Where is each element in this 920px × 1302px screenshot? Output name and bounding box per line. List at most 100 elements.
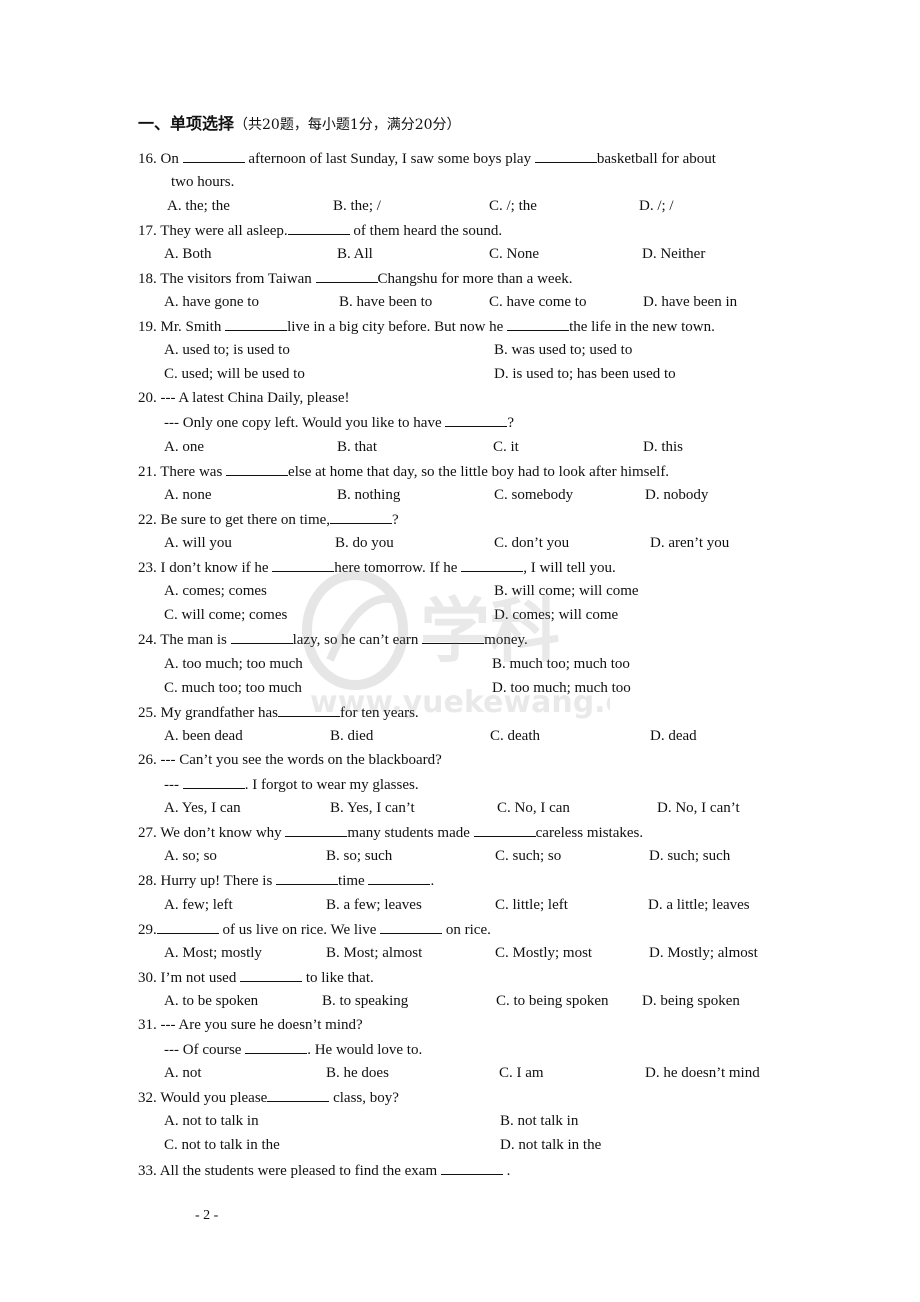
- answer-option-d[interactable]: D. nobody: [645, 485, 708, 505]
- answer-option-c[interactable]: C. will come; comes: [164, 605, 287, 625]
- answer-option-d[interactable]: D. Mostly; almost: [649, 943, 758, 963]
- answer-option-c[interactable]: C. used; will be used to: [164, 364, 305, 384]
- answer-option-c[interactable]: C. little; left: [495, 895, 568, 915]
- answer-blank[interactable]: [230, 629, 293, 644]
- answer-blank[interactable]: [445, 412, 508, 427]
- answer-blank[interactable]: [330, 509, 393, 524]
- answer-option-d[interactable]: D. Neither: [642, 244, 705, 264]
- answer-option-a[interactable]: A. so; so: [164, 846, 217, 866]
- answer-option-d[interactable]: D. have been in: [643, 292, 737, 312]
- answer-option-d[interactable]: D. such; such: [649, 846, 730, 866]
- answer-option-a[interactable]: A. to be spoken: [164, 991, 258, 1011]
- answer-blank[interactable]: [315, 268, 378, 283]
- answer-blank[interactable]: [368, 870, 431, 885]
- question-number: 21.: [138, 464, 161, 480]
- answer-option-a[interactable]: A. the; the: [167, 196, 230, 216]
- answer-option-c[interactable]: C. None: [489, 244, 539, 264]
- answer-option-b[interactable]: B. have been to: [339, 292, 432, 312]
- answer-option-b[interactable]: B. died: [330, 726, 373, 746]
- answer-option-b[interactable]: B. not talk in: [500, 1111, 578, 1131]
- question-stem: 16. On afternoon of last Sunday, I saw s…: [138, 148, 716, 169]
- answer-blank[interactable]: [182, 148, 245, 163]
- answer-blank[interactable]: [461, 557, 524, 572]
- answer-option-a[interactable]: A. not: [164, 1063, 202, 1083]
- answer-blank[interactable]: [277, 702, 340, 717]
- answer-option-d[interactable]: D. aren’t you: [650, 533, 729, 553]
- answer-option-b[interactable]: B. Most; almost: [326, 943, 422, 963]
- answer-option-c[interactable]: C. not to talk in the: [164, 1135, 280, 1155]
- question-stem: 23. I don’t know if he here tomorrow. If…: [138, 557, 616, 578]
- answer-blank[interactable]: [240, 967, 303, 982]
- answer-option-b[interactable]: B. so; such: [326, 846, 392, 866]
- answer-option-c[interactable]: C. I am: [499, 1063, 544, 1083]
- answer-blank[interactable]: [225, 316, 288, 331]
- answer-option-d[interactable]: D. comes; will come: [494, 605, 618, 625]
- answer-option-a[interactable]: A. Both: [164, 244, 212, 264]
- answer-option-b[interactable]: B. nothing: [337, 485, 400, 505]
- answer-option-b[interactable]: B. was used to; used to: [494, 340, 632, 360]
- answer-option-c[interactable]: C. much too; too much: [164, 678, 302, 698]
- answer-blank[interactable]: [285, 822, 348, 837]
- answer-blank[interactable]: [182, 774, 245, 789]
- answer-option-d[interactable]: D. too much; much too: [492, 678, 631, 698]
- answer-blank[interactable]: [272, 557, 335, 572]
- answer-option-d[interactable]: D. /; /: [639, 196, 674, 216]
- question-number: 32.: [138, 1090, 161, 1106]
- answer-option-b[interactable]: B. do you: [335, 533, 394, 553]
- answer-option-a[interactable]: A. one: [164, 437, 204, 457]
- answer-blank[interactable]: [156, 919, 219, 934]
- answer-option-c[interactable]: C. /; the: [489, 196, 537, 216]
- answer-blank[interactable]: [440, 1160, 503, 1175]
- answer-option-d[interactable]: D. he doesn’t mind: [645, 1063, 760, 1083]
- answer-option-b[interactable]: B. that: [337, 437, 377, 457]
- answer-option-d[interactable]: D. dead: [650, 726, 697, 746]
- question-stem: 31. --- Are you sure he doesn’t mind?: [138, 1015, 363, 1035]
- answer-option-d[interactable]: D. is used to; has been used to: [494, 364, 676, 384]
- answer-option-a[interactable]: A. Most; mostly: [164, 943, 262, 963]
- answer-blank[interactable]: [267, 1087, 330, 1102]
- answer-option-a[interactable]: A. been dead: [164, 726, 243, 746]
- answer-blank[interactable]: [226, 461, 289, 476]
- answer-option-d[interactable]: D. a little; leaves: [648, 895, 750, 915]
- answer-blank[interactable]: [534, 148, 597, 163]
- answer-option-a[interactable]: A. used to; is used to: [164, 340, 290, 360]
- answer-option-b[interactable]: B. the; /: [333, 196, 381, 216]
- answer-option-c[interactable]: C. death: [490, 726, 540, 746]
- answer-option-b[interactable]: B. will come; will come: [494, 581, 639, 601]
- answer-blank[interactable]: [245, 1039, 308, 1054]
- answer-option-b[interactable]: B. to speaking: [322, 991, 408, 1011]
- answer-option-c[interactable]: C. have come to: [489, 292, 586, 312]
- answer-option-b[interactable]: B. a few; leaves: [326, 895, 422, 915]
- answer-blank[interactable]: [473, 822, 536, 837]
- answer-option-a[interactable]: A. not to talk in: [164, 1111, 259, 1131]
- answer-option-a[interactable]: A. none: [164, 485, 212, 505]
- answer-option-c[interactable]: C. No, I can: [497, 798, 570, 818]
- answer-option-d[interactable]: D. this: [643, 437, 683, 457]
- answer-option-a[interactable]: A. Yes, I can: [164, 798, 241, 818]
- answer-option-b[interactable]: B. Yes, I can’t: [330, 798, 415, 818]
- answer-option-c[interactable]: C. it: [493, 437, 519, 457]
- answer-option-c[interactable]: C. somebody: [494, 485, 573, 505]
- answer-option-c[interactable]: C. don’t you: [494, 533, 569, 553]
- answer-option-d[interactable]: D. not talk in the: [500, 1135, 601, 1155]
- answer-option-c[interactable]: C. to being spoken: [496, 991, 609, 1011]
- answer-option-c[interactable]: C. Mostly; most: [495, 943, 592, 963]
- exam-page: 一、单项选择（共20题，每小题1分，满分20分） 16. On afternoo…: [0, 0, 920, 1302]
- answer-option-d[interactable]: D. No, I can’t: [657, 798, 740, 818]
- answer-option-a[interactable]: A. too much; too much: [164, 654, 303, 674]
- answer-option-b[interactable]: B. much too; much too: [492, 654, 630, 674]
- answer-option-b[interactable]: B. he does: [326, 1063, 389, 1083]
- answer-option-a[interactable]: A. will you: [164, 533, 232, 553]
- answer-option-b[interactable]: B. All: [337, 244, 373, 264]
- answer-blank[interactable]: [380, 919, 443, 934]
- answer-option-a[interactable]: A. have gone to: [164, 292, 259, 312]
- answer-blank[interactable]: [287, 220, 350, 235]
- answer-blank[interactable]: [422, 629, 485, 644]
- answer-blank[interactable]: [507, 316, 570, 331]
- answer-option-d[interactable]: D. being spoken: [642, 991, 740, 1011]
- answer-option-a[interactable]: A. few; left: [164, 895, 233, 915]
- answer-blank[interactable]: [276, 870, 339, 885]
- question-stem: 24. The man is lazy, so he can’t earn mo…: [138, 629, 528, 650]
- answer-option-c[interactable]: C. such; so: [495, 846, 561, 866]
- answer-option-a[interactable]: A. comes; comes: [164, 581, 267, 601]
